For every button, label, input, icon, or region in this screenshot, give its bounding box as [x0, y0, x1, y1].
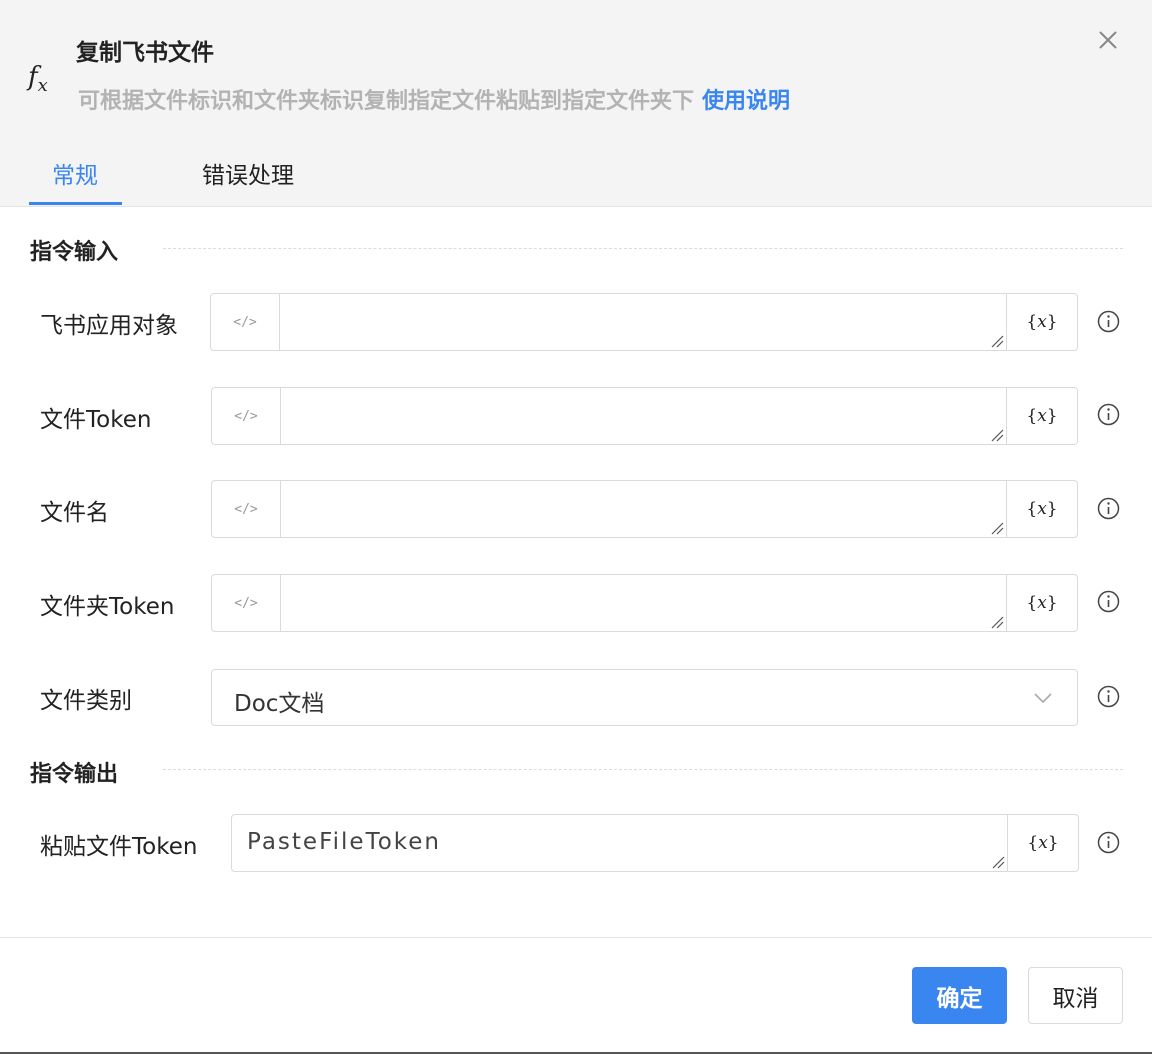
paste-file-token-input[interactable]: PasteFileToken: [232, 815, 1008, 871]
help-link[interactable]: 使用说明: [702, 89, 790, 114]
dialog-title: 复制飞书文件: [76, 40, 214, 66]
info-icon[interactable]: [1097, 831, 1120, 854]
info-icon[interactable]: [1097, 403, 1120, 426]
feishu-app-input-group: </> {x}: [210, 293, 1078, 351]
fx-icon: fx: [28, 62, 48, 97]
tab-general[interactable]: 常规: [52, 156, 98, 190]
folder-token-input-group: </> {x}: [211, 574, 1078, 632]
paste-file-token-value: PasteFileToken: [247, 829, 442, 855]
feishu-app-input[interactable]: [280, 294, 1007, 350]
dialog-header: fx 复制飞书文件 可根据文件标识和文件夹标识复制指定文件粘贴到指定文件夹下 使用…: [0, 0, 1152, 207]
info-icon[interactable]: [1097, 685, 1120, 708]
variable-x: x: [1037, 312, 1047, 332]
copy-feishu-file-dialog: fx 复制飞书文件 可根据文件标识和文件夹标识复制指定文件粘贴到指定文件夹下 使用…: [0, 0, 1152, 1054]
code-mode-icon[interactable]: </>: [212, 388, 281, 444]
field-label-file-name: 文件名: [40, 500, 109, 526]
description-text: 可根据文件标识和文件夹标识复制指定文件粘贴到指定文件夹下: [78, 89, 695, 114]
resize-grip-icon[interactable]: [990, 334, 1004, 348]
variable-x: x: [1037, 593, 1047, 613]
code-mode-icon[interactable]: </>: [211, 294, 280, 350]
cancel-button[interactable]: 取消: [1028, 967, 1123, 1024]
variable-x: x: [1037, 499, 1047, 519]
variable-button[interactable]: {x}: [1007, 481, 1077, 537]
chevron-down-icon: [1034, 693, 1052, 704]
variable-x: x: [1037, 406, 1047, 426]
active-tab-indicator: [29, 202, 122, 205]
file-type-selected-value: Doc文档: [234, 691, 325, 717]
variable-x: x: [1038, 833, 1048, 853]
variable-button[interactable]: {x}: [1007, 388, 1077, 444]
code-mode-icon[interactable]: </>: [212, 575, 281, 631]
section-divider: [163, 769, 1123, 770]
confirm-button[interactable]: 确定: [912, 967, 1007, 1024]
variable-button[interactable]: {x}: [1008, 815, 1078, 871]
field-label-folder-token: 文件夹Token: [40, 594, 175, 620]
file-type-select[interactable]: Doc文档: [211, 669, 1078, 726]
paste-file-token-input-group: PasteFileToken {x}: [231, 814, 1079, 872]
file-token-input[interactable]: [281, 388, 1007, 444]
info-icon[interactable]: [1097, 590, 1120, 613]
resize-grip-icon[interactable]: [990, 615, 1004, 629]
input-section-title: 指令输入: [30, 240, 119, 265]
resize-grip-icon[interactable]: [991, 855, 1005, 869]
file-name-input[interactable]: [281, 481, 1007, 537]
info-icon[interactable]: [1097, 310, 1120, 333]
section-divider: [163, 248, 1123, 249]
info-icon[interactable]: [1097, 497, 1120, 520]
resize-grip-icon[interactable]: [990, 428, 1004, 442]
file-name-input-group: </> {x}: [211, 480, 1078, 538]
resize-grip-icon[interactable]: [990, 521, 1004, 535]
field-label-file-type: 文件类别: [40, 688, 132, 714]
code-mode-icon[interactable]: </>: [212, 481, 281, 537]
field-label-file-token: 文件Token: [40, 407, 152, 433]
field-label-paste-file-token: 粘贴文件Token: [40, 834, 198, 860]
dialog-description: 可根据文件标识和文件夹标识复制指定文件粘贴到指定文件夹下 使用说明: [78, 83, 790, 115]
tab-error-handling[interactable]: 错误处理: [202, 156, 294, 190]
field-label-feishu-app: 飞书应用对象: [40, 313, 178, 339]
close-icon[interactable]: [1094, 26, 1122, 54]
file-token-input-group: </> {x}: [211, 387, 1078, 445]
folder-token-input[interactable]: [281, 575, 1007, 631]
variable-button[interactable]: {x}: [1007, 575, 1077, 631]
variable-button[interactable]: {x}: [1007, 294, 1077, 350]
footer-divider: [0, 937, 1152, 938]
output-section-title: 指令输出: [30, 762, 119, 787]
